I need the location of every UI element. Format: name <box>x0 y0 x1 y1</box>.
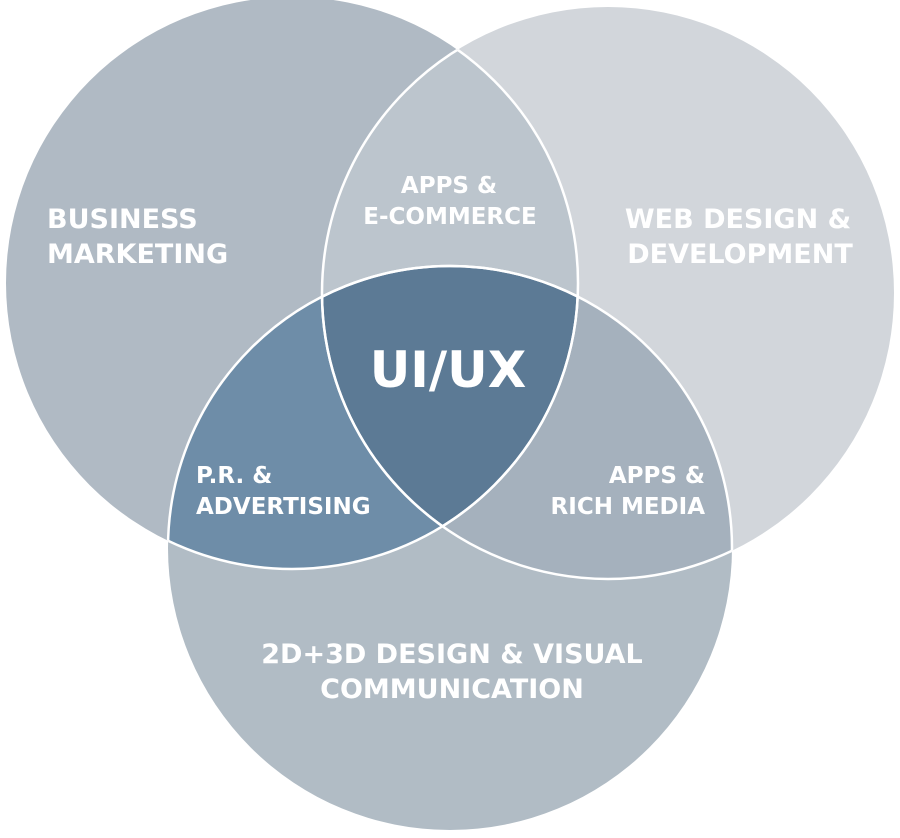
label-pr-advertising-line1: P.R. & <box>196 463 272 489</box>
label-web-design-line2: DEVELOPMENT <box>627 239 853 270</box>
label-business-marketing-line2: MARKETING <box>47 239 228 270</box>
label-business-marketing-line1: BUSINESS <box>47 204 198 235</box>
label-visual-communication-line1: 2D+3D DESIGN & VISUAL <box>261 639 642 670</box>
label-ui-ux: UI/UX <box>370 341 527 399</box>
label-apps-ecommerce-line1: APPS & <box>401 173 497 199</box>
label-pr-advertising-line2: ADVERTISING <box>196 494 371 520</box>
label-apps-rich-media-line1: APPS & <box>609 463 705 489</box>
venn-diagram: BUSINESS MARKETING WEB DESIGN & DEVELOPM… <box>6 0 894 830</box>
label-apps-rich-media-line2: RICH MEDIA <box>551 494 706 520</box>
label-apps-ecommerce-line2: E-COMMERCE <box>363 204 536 230</box>
label-web-design-line1: WEB DESIGN & <box>625 204 851 235</box>
label-visual-communication-line2: COMMUNICATION <box>320 674 584 705</box>
